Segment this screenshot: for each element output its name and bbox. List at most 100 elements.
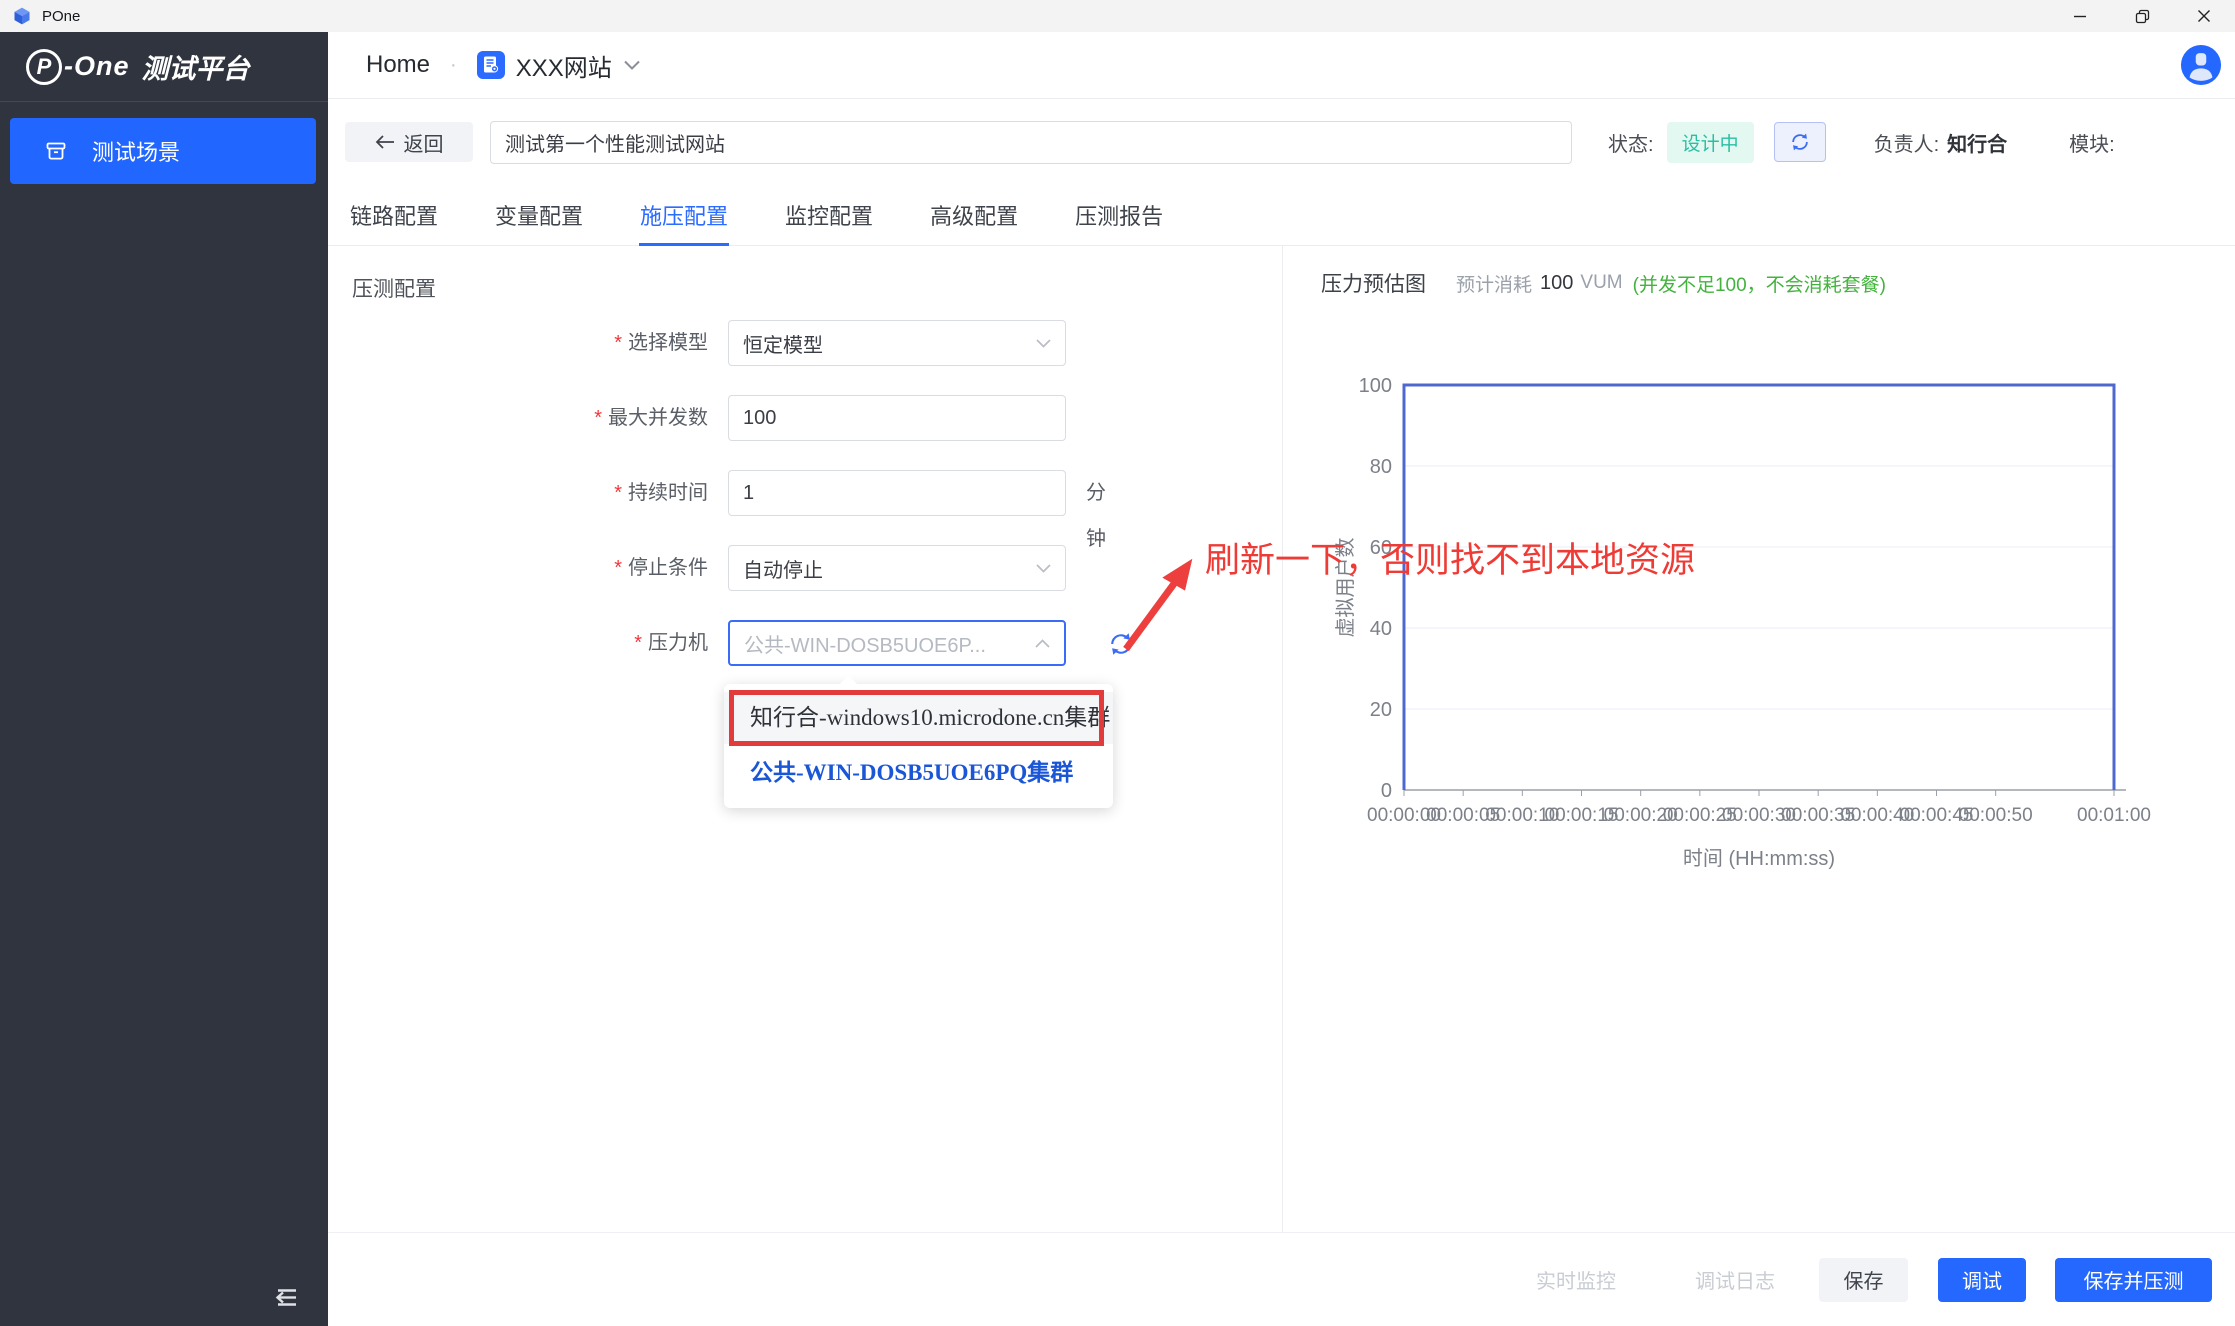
- sidebar-collapse-button[interactable]: [270, 1282, 302, 1314]
- back-button[interactable]: 返回: [345, 122, 473, 162]
- breadcrumb: Home · XXX网站: [328, 32, 2235, 99]
- required-mark: *: [614, 482, 622, 504]
- chevron-down-icon: [1036, 564, 1051, 573]
- collapse-icon: [270, 1282, 302, 1314]
- stop-condition-value: 自动停止: [743, 554, 823, 583]
- user-avatar[interactable]: [2180, 44, 2222, 86]
- chevron-up-icon: [1035, 639, 1050, 648]
- scenario-name-input[interactable]: [490, 121, 1572, 164]
- required-mark: *: [614, 332, 622, 354]
- footer-bar: 实时监控 调试日志 保存 调试 保存并压测: [328, 1232, 2235, 1326]
- tab-variable-config[interactable]: 变量配置: [494, 185, 584, 245]
- tab-monitor-config[interactable]: 监控配置: [784, 185, 874, 245]
- content-area: 压测配置 * 选择模型 恒定模型 * 最大并发数 100 * 持续时间: [328, 246, 2235, 1232]
- sidebar: P -One 测试平台 测试场景: [0, 32, 328, 1326]
- consume-note: (并发不足100，不会消耗套餐): [1633, 270, 1886, 297]
- owner-field: 负责人:知行合: [1874, 128, 2008, 157]
- load-machine-dropdown: 知行合-windows10.microdone.cn集群 公共-WIN-DOSB…: [724, 684, 1113, 808]
- dropdown-option-public-cluster[interactable]: 公共-WIN-DOSB5UOE6PQ集群: [724, 752, 1113, 794]
- load-machine-value: 公共-WIN-DOSB5UOE6P...: [744, 629, 986, 658]
- app-window: POne P -One 测试平台: [0, 0, 2235, 1326]
- refresh-icon: [1107, 630, 1135, 658]
- toolbar: 返回 状态: 设计中 负责人:知行合 模块:: [328, 99, 2235, 185]
- duration-input[interactable]: 1: [728, 470, 1066, 516]
- section-title: 压测配置: [352, 273, 436, 303]
- breadcrumb-separator: ·: [450, 54, 457, 77]
- concurrency-label: 最大并发数: [608, 407, 708, 429]
- owner-label: 负责人:: [1874, 134, 1940, 156]
- model-select[interactable]: 恒定模型: [728, 320, 1066, 366]
- window-titlebar: POne: [0, 0, 2235, 32]
- scenario-doc-icon: [477, 51, 505, 79]
- logo-p-mark: P: [26, 49, 62, 85]
- concurrency-input[interactable]: 100: [728, 395, 1066, 441]
- chart-title: 压力预估图: [1321, 268, 1426, 298]
- tab-pressure-config[interactable]: 施压配置: [639, 185, 729, 245]
- svg-text:时间 (HH:mm:ss): 时间 (HH:mm:ss): [1683, 847, 1835, 870]
- status-refresh-button[interactable]: [1774, 122, 1826, 162]
- tab-bar: 链路配置 变量配置 施压配置 监控配置 高级配置 压测报告: [328, 185, 2235, 246]
- required-mark: *: [614, 557, 622, 579]
- minimize-button[interactable]: [2049, 0, 2111, 32]
- load-machine-select[interactable]: 公共-WIN-DOSB5UOE6P...: [728, 620, 1066, 666]
- app-logo-icon: [12, 6, 32, 26]
- stop-condition-label: 停止条件: [628, 557, 708, 579]
- svg-text:00:01:00: 00:01:00: [2077, 805, 2151, 826]
- required-mark: *: [594, 407, 602, 429]
- save-button[interactable]: 保存: [1819, 1258, 1908, 1302]
- sidebar-item-test-scenario[interactable]: 测试场景: [10, 118, 316, 184]
- load-machine-refresh-button[interactable]: [1107, 630, 1135, 658]
- svg-text:100: 100: [1359, 375, 1392, 397]
- model-select-value: 恒定模型: [743, 329, 823, 358]
- consume-label: 预计消耗: [1456, 270, 1532, 297]
- status-label: 状态:: [1608, 128, 1654, 157]
- restore-icon: [2135, 9, 2150, 24]
- svg-text:0: 0: [1381, 780, 1392, 802]
- back-button-label: 返回: [404, 128, 444, 157]
- duration-label: 持续时间: [628, 482, 708, 504]
- consume-value: 100: [1540, 272, 1573, 295]
- close-button[interactable]: [2173, 0, 2235, 32]
- scenario-box-icon: [44, 139, 68, 163]
- svg-text:20: 20: [1370, 699, 1392, 721]
- model-label: 选择模型: [628, 332, 708, 354]
- breadcrumb-project[interactable]: XXX网站: [516, 48, 612, 83]
- svg-text:虚拟用户数: 虚拟用户数: [1334, 538, 1357, 638]
- module-field: 模块:: [2069, 128, 2115, 157]
- tab-test-report[interactable]: 压测报告: [1074, 185, 1164, 245]
- breadcrumb-home[interactable]: Home: [366, 51, 430, 79]
- concurrency-value: 100: [743, 407, 776, 430]
- consume-unit: VUM: [1580, 272, 1622, 294]
- main-area: Home · XXX网站 返回: [328, 32, 2235, 1326]
- svg-text:00:00:50: 00:00:50: [1959, 805, 2033, 826]
- load-estimate-chart: 02040608010000:00:0000:00:0500:00:1000:0…: [1330, 360, 2160, 875]
- realtime-monitor-link[interactable]: 实时监控: [1536, 1265, 1616, 1294]
- module-label: 模块:: [2069, 134, 2115, 156]
- close-icon: [2197, 9, 2211, 23]
- logo-one-text: -One: [64, 51, 130, 82]
- project-chevron-down-icon[interactable]: [624, 60, 640, 70]
- pressure-config-panel: 压测配置 * 选择模型 恒定模型 * 最大并发数 100 * 持续时间: [328, 246, 1283, 1232]
- chevron-down-icon: [1036, 339, 1051, 348]
- debug-button[interactable]: 调试: [1938, 1258, 2026, 1302]
- required-mark: *: [634, 632, 642, 654]
- svg-text:40: 40: [1370, 618, 1392, 640]
- tab-link-config[interactable]: 链路配置: [349, 185, 439, 245]
- stop-condition-select[interactable]: 自动停止: [728, 545, 1066, 591]
- duration-value: 1: [743, 482, 754, 505]
- dropdown-option-local-cluster[interactable]: 知行合-windows10.microdone.cn集群: [724, 692, 1113, 744]
- debug-log-link[interactable]: 调试日志: [1695, 1265, 1775, 1294]
- minimize-icon: [2073, 9, 2087, 23]
- restore-button[interactable]: [2111, 0, 2173, 32]
- svg-text:60: 60: [1370, 537, 1392, 559]
- back-arrow-icon: [375, 135, 395, 149]
- logo-cn-text: 测试平台: [142, 47, 250, 86]
- save-and-run-button[interactable]: 保存并压测: [2055, 1258, 2212, 1302]
- refresh-icon: [1789, 131, 1811, 153]
- duration-unit: 分钟: [1086, 470, 1106, 562]
- sidebar-item-label: 测试场景: [92, 135, 180, 167]
- tab-advanced-config[interactable]: 高级配置: [929, 185, 1019, 245]
- status-badge: 设计中: [1667, 122, 1754, 163]
- platform-logo: P -One 测试平台: [0, 32, 328, 102]
- load-machine-label: 压力机: [648, 632, 708, 654]
